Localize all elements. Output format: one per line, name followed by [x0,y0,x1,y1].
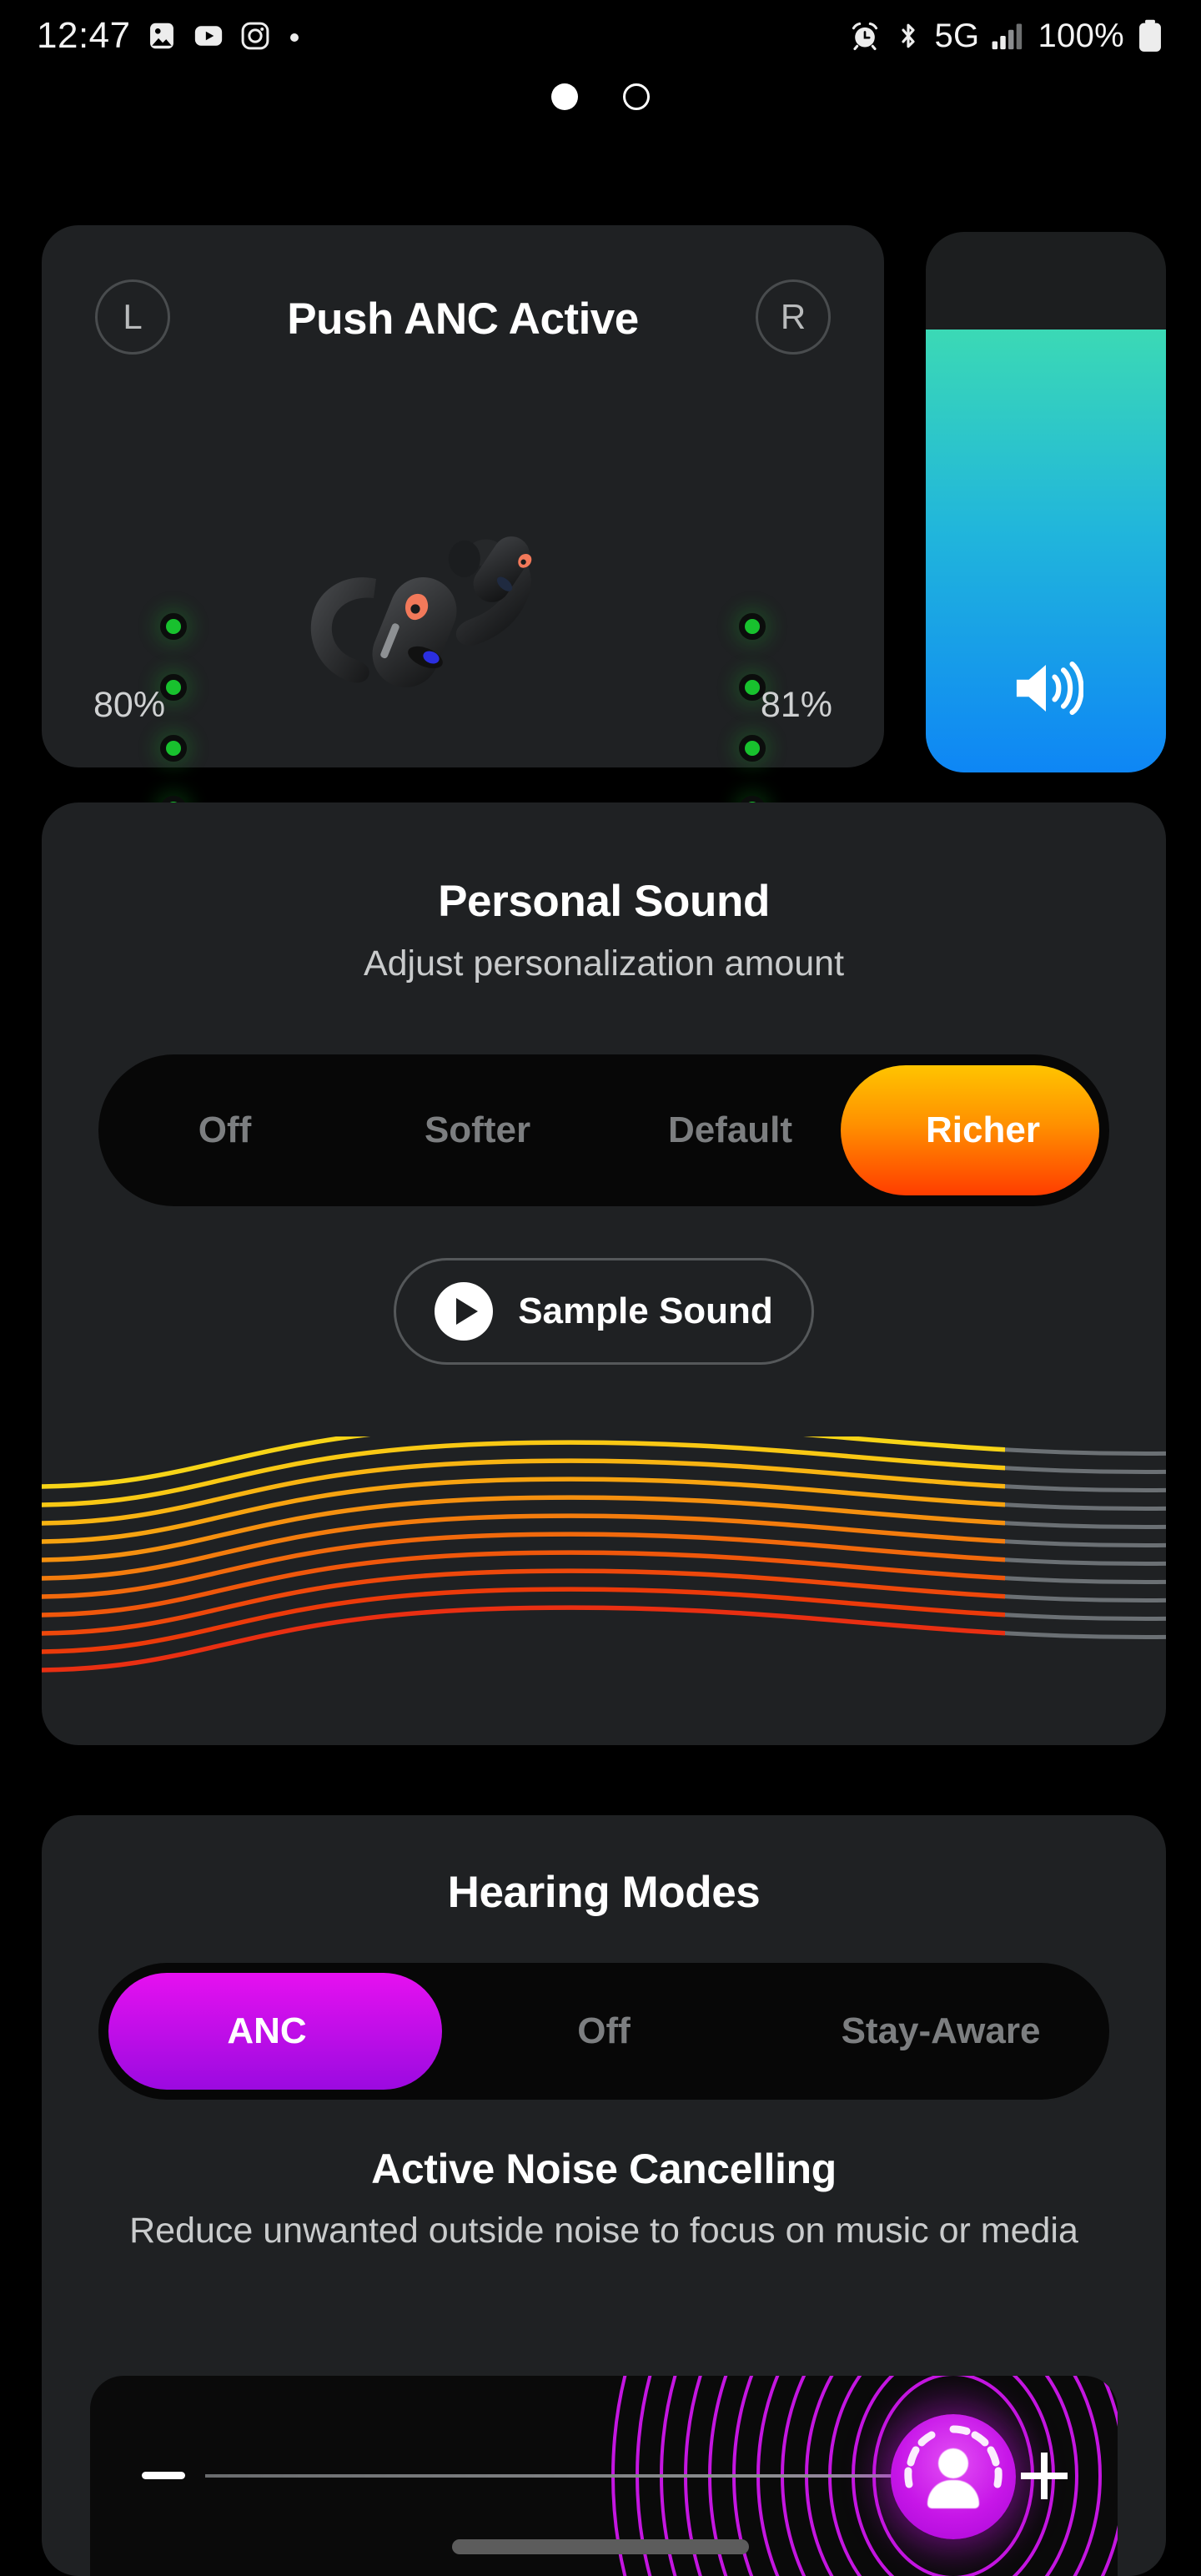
status-bar-left: 12:47 [37,15,303,57]
active-mode-description: Reduce unwanted outside noise to focus o… [129,2211,1078,2251]
volume-slider[interactable] [926,232,1166,772]
battery-percent-label: 100% [1038,17,1124,54]
personal-sound-option-richer[interactable]: Richer [857,1054,1109,1206]
sample-sound-button[interactable]: Sample Sound [394,1258,814,1365]
personal-sound-option-softer[interactable]: Softer [351,1054,604,1206]
personal-sound-option-off[interactable]: Off [98,1054,351,1206]
hearing-mode-option-stay-aware[interactable]: Stay-Aware [772,1963,1109,2100]
phone-screen: 12:47 5G 100% L R Push ANC Active 80% 81… [0,0,1201,2576]
earbuds-product-image [296,501,630,755]
hearing-modes-card: Hearing Modes ANC Off Stay-Aware Active … [42,1815,1166,2576]
battery-icon [1136,18,1164,53]
hearing-mode-option-off[interactable]: Off [435,1963,772,2100]
minus-icon[interactable] [142,2472,185,2479]
home-gesture-bar[interactable] [452,2539,749,2554]
plus-icon[interactable] [1021,2453,1068,2499]
signal-icon [991,20,1026,52]
instagram-icon [239,20,271,52]
bluetooth-icon [893,19,923,53]
page-indicator[interactable] [0,83,1201,110]
personal-sound-segmented-control: Off Softer Default Richer [98,1054,1109,1206]
right-battery-percent: 81% [760,685,832,725]
youtube-icon [193,20,224,52]
page-dot-active[interactable] [551,83,578,110]
personal-sound-wave-visual [42,1436,1166,1678]
device-status-card: L R Push ANC Active 80% 81% [42,225,884,823]
anc-slider-track [205,2474,1006,2478]
hearing-mode-option-anc[interactable]: ANC [98,1963,435,2100]
hearing-modes-title: Hearing Modes [447,1868,761,1917]
personal-sound-title: Personal Sound [438,877,770,926]
hearing-modes-segmented-control: ANC Off Stay-Aware [98,1963,1109,2100]
status-bar: 12:47 5G 100% [0,0,1201,72]
network-type-label: 5G [934,17,980,54]
left-battery-percent: 80% [93,685,166,725]
personal-sound-option-default[interactable]: Default [604,1054,857,1206]
status-bar-right: 5G 100% [848,18,1164,55]
status-clock: 12:47 [37,15,131,56]
gallery-icon [146,20,178,52]
play-icon [435,1282,494,1341]
personal-sound-subtitle: Adjust personalization amount [363,943,845,984]
battery-led [160,735,187,762]
anc-slider-handle[interactable] [891,2414,1016,2539]
device-title: Push ANC Active [287,294,639,344]
person-icon [920,2443,987,2510]
page-dot-inactive[interactable] [623,83,650,110]
battery-led [160,613,187,640]
sample-sound-label: Sample Sound [518,1291,773,1331]
notification-dot-icon [286,28,303,44]
battery-led [739,613,766,640]
alarm-icon [848,19,882,53]
personal-sound-card: Personal Sound Adjust personalization am… [42,802,1166,1745]
active-mode-title: Active Noise Cancelling [371,2146,837,2192]
volume-high-icon [1008,657,1084,724]
battery-led [739,735,766,762]
